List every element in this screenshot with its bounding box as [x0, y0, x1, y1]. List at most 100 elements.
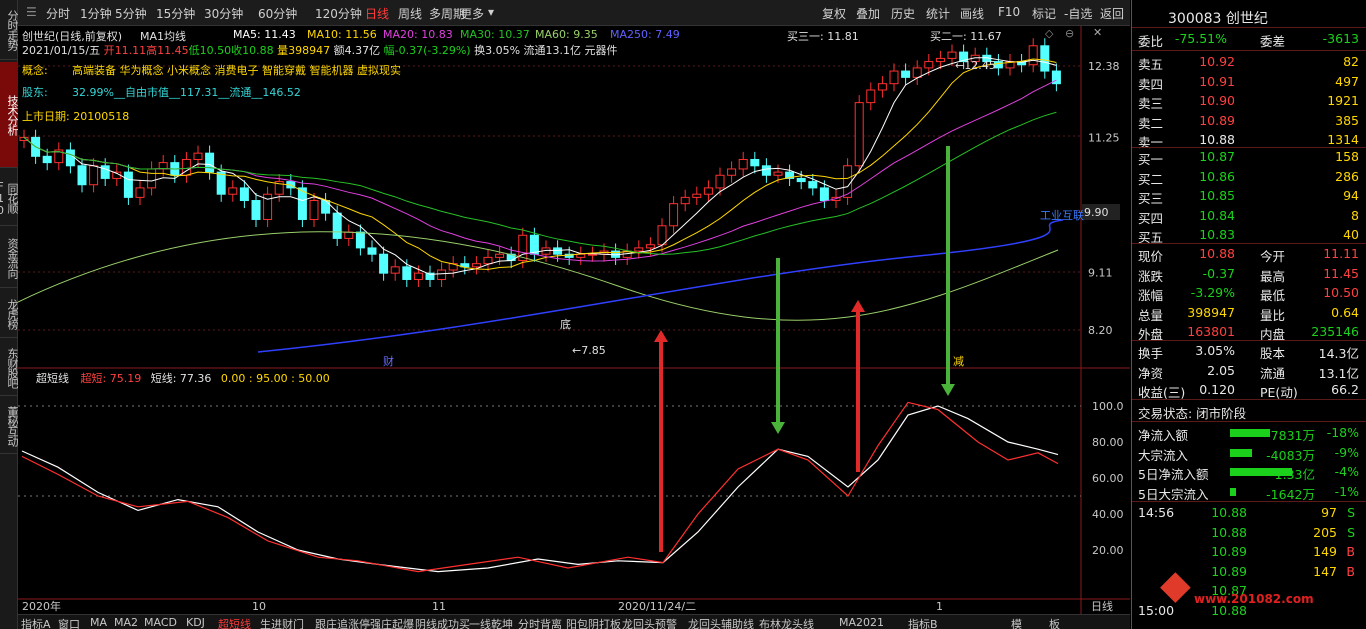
toolbar-right-3[interactable]: 统计: [926, 5, 950, 22]
bottom-tab-15[interactable]: 龙回头辅助线: [688, 616, 754, 629]
bottom-tab-0[interactable]: 指标A: [21, 616, 51, 629]
indicator-axis-label: 80.00: [1092, 436, 1124, 449]
indicator-axis-label: 60.00: [1092, 472, 1124, 485]
date-axis-label[interactable]: 日线: [1091, 599, 1113, 613]
stock-code-title: 300083 创世纪: [1168, 11, 1268, 27]
diamond-icon[interactable]: ◇: [1045, 27, 1053, 40]
bottom-tab-14[interactable]: 龙回头预警: [622, 616, 677, 629]
high-price-note: ←12.45: [955, 59, 996, 72]
toolbar-right-6[interactable]: 标记: [1032, 5, 1056, 22]
price-axis-label: 11.25: [1088, 131, 1120, 144]
indicator-axis-label: 20.00: [1092, 544, 1124, 557]
more-chevron-icon[interactable]: ▾: [488, 5, 494, 19]
bottom-tab-16[interactable]: 布林龙头线: [759, 616, 814, 629]
trade-status: 交易状态: 闭市阶段: [1138, 406, 1247, 421]
flow-row: 大宗流入 -4083万 -9%: [1138, 444, 1359, 463]
toolbar-right-5[interactable]: F10: [998, 5, 1020, 19]
bottom-tab-13[interactable]: 阳包阴打板: [566, 616, 621, 629]
period-6[interactable]: 120分钟: [315, 5, 362, 22]
toolbar-right-1[interactable]: 叠加: [856, 5, 880, 22]
indicator-axis-label: 100.0: [1092, 400, 1124, 413]
left-tab-2[interactable]: 同花顺F10: [0, 170, 19, 226]
bottom-tab-8[interactable]: 跟庄追涨停: [315, 616, 370, 629]
bottom-tab-6[interactable]: 超短线: [218, 616, 251, 629]
date-axis-label: 11: [432, 600, 446, 613]
tick-row: 10.87: [1211, 583, 1247, 599]
bottom-tab-4[interactable]: MACD: [144, 616, 177, 629]
buy-two-note: 买二一: 11.67: [930, 30, 1002, 43]
bottom-tab-17[interactable]: MA2021: [839, 616, 884, 629]
tick-row: 14:56 10.88 97 S: [1138, 505, 1355, 520]
period-10[interactable]: 更多: [460, 5, 484, 22]
bottom-tab-9[interactable]: 强庄起爆: [370, 616, 414, 629]
bottom-tab-3[interactable]: MA2: [114, 616, 138, 629]
toolbar-menu-icon[interactable]: ☰: [26, 5, 37, 19]
date-axis-label: 1: [936, 600, 943, 613]
quote-row: 涨跌 -0.37 最高 11.45: [1138, 265, 1359, 284]
ohlc-line: 2021/01/15/五 开11.11高11.45低10.50收10.88 量3…: [22, 44, 618, 57]
ma60-value: MA60: 9.35: [535, 28, 598, 41]
period-8[interactable]: 周线: [398, 5, 422, 22]
listing-date: 上市日期: 20100518: [22, 110, 130, 123]
flow-bar: [1230, 429, 1270, 437]
bottom-tab-7[interactable]: 生进财门: [260, 616, 304, 629]
bid-row: 买二 10.86 286: [1138, 168, 1359, 187]
period-4[interactable]: 30分钟: [204, 5, 243, 22]
toolbar-right-0[interactable]: 复权: [822, 5, 846, 22]
reduce-mark[interactable]: 减: [953, 353, 964, 369]
low-price-note: ←7.85: [572, 344, 606, 357]
date-axis-label: 2020/11/24/二: [618, 600, 696, 613]
period-2[interactable]: 5分钟: [115, 5, 147, 22]
ask-row: 卖四 10.91 497: [1138, 73, 1359, 92]
period-1[interactable]: 1分钟: [80, 5, 112, 22]
concept-text: 高端装备 华为概念 小米概念 消费电子 智能穿戴 智能机器 虚拟现实: [72, 64, 401, 77]
bottom-tab-5[interactable]: KDJ: [186, 616, 205, 629]
price-axis-label: 9.11: [1088, 267, 1113, 280]
ma5-value: MA5: 11.43: [233, 28, 296, 41]
concept-label: 概念:: [22, 64, 48, 77]
left-tab-4[interactable]: 龙虎榜: [0, 290, 19, 338]
toolbar-right-8[interactable]: 返回: [1100, 5, 1124, 22]
quote-panel: 300083 创世纪 委比 -75.51% 委差 -3613 卖五 10.92 82 卖四 10…: [1131, 0, 1366, 629]
bottom-tab-19[interactable]: 模: [1011, 616, 1022, 629]
bottom-tab-12[interactable]: 分时背离: [518, 616, 562, 629]
bottom-tab-18[interactable]: 指标B: [908, 616, 938, 629]
price-axis-label: 8.20: [1088, 324, 1113, 337]
left-tab-3[interactable]: 资金流向: [0, 228, 19, 288]
tick-row: 10.88 205 S: [1211, 524, 1355, 540]
sector-tag[interactable]: 工业互联: [1040, 207, 1084, 223]
bottom-tab-1[interactable]: 窗口: [58, 616, 80, 629]
left-tab-5[interactable]: 东财股吧: [0, 340, 19, 396]
bottom-mark: 底: [560, 318, 571, 331]
flow-row: 5日净流入额 -1.33亿 -4%: [1138, 464, 1359, 483]
bottom-tab-11[interactable]: 一线乾坤: [469, 616, 513, 629]
window-close-icon[interactable]: ✕: [1093, 26, 1102, 39]
period-5[interactable]: 60分钟: [258, 5, 297, 22]
bottom-tab-2[interactable]: MA: [90, 616, 107, 629]
toolbar-right-4[interactable]: 画线: [960, 5, 984, 22]
collapse-icon[interactable]: ⊖: [1065, 27, 1074, 40]
left-tab-0[interactable]: 分时走势: [0, 0, 19, 60]
toolbar-right-2[interactable]: 历史: [891, 5, 915, 22]
bottom-tab-20[interactable]: 板: [1049, 616, 1060, 629]
quote-row: 涨幅 -3.29% 最低 10.50: [1138, 285, 1359, 304]
bid-row: 买一 10.87 158: [1138, 149, 1359, 167]
date-axis-label: 2020年: [22, 599, 61, 613]
finance-mark[interactable]: 财: [383, 353, 394, 369]
left-tab-bar: 分时走势技术分析同花顺F10 资金流向龙虎榜东财股吧董秘互动: [0, 0, 19, 629]
stats-row: 换手 3.05% 股本 14.3亿: [1138, 343, 1359, 361]
indicator-tab-bar: 指标A 窗口 MA MA2 MACD KDJ 超短线 生进财门 跟庄追涨停 强庄起爆 阴线成功买 一线…: [18, 614, 1130, 629]
bottom-tab-10[interactable]: 阴线成功买: [415, 616, 470, 629]
period-7[interactable]: 日线: [365, 5, 389, 22]
period-0[interactable]: 分时: [46, 5, 70, 22]
kline-chart-area[interactable]: 12.3811.2510.109.909.118.20100.080.0060.…: [18, 26, 1130, 614]
ask-row: 卖三 10.90 1921: [1138, 93, 1359, 112]
indicator-axis-label: 40.00: [1092, 508, 1124, 521]
toolbar-right-7[interactable]: -自选: [1064, 5, 1092, 22]
period-toolbar: ☰ 分时 1分钟 5分钟 15分钟 30分钟 60分钟 120分钟 日线 周线 多周期 更多 ▾ 复权叠…: [18, 0, 1130, 26]
ask-row: 卖五 10.92 82: [1138, 54, 1359, 72]
left-tab-1[interactable]: 技术分析: [0, 62, 19, 168]
bid-row: 买四 10.84 8: [1138, 207, 1359, 226]
left-tab-6[interactable]: 董秘互动: [0, 398, 19, 454]
period-3[interactable]: 15分钟: [156, 5, 195, 22]
